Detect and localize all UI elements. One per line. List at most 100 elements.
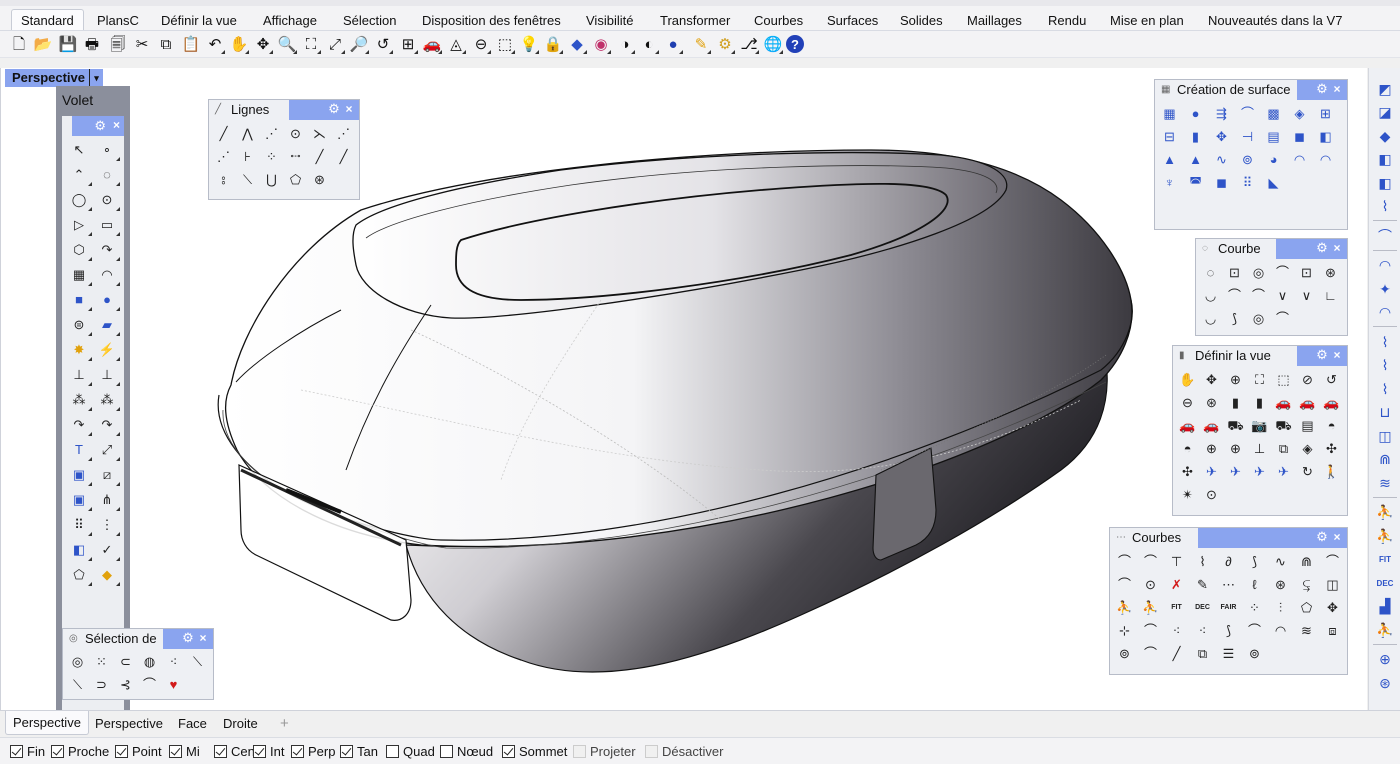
- osnap-dsactiver-checkbox[interactable]: Désactiver: [645, 743, 723, 759]
- gear-icon[interactable]: ⚙: [1315, 348, 1329, 362]
- courbes-tool-icon[interactable]: ⧉: [1192, 643, 1213, 664]
- right-toolbar-icon[interactable]: ⌇: [1374, 331, 1396, 353]
- courbes-tool-icon[interactable]: ℓ: [1244, 574, 1265, 595]
- definir-vue-tool-icon[interactable]: ↻: [1297, 461, 1318, 482]
- volet-tool-icon[interactable]: ▰: [94, 313, 120, 336]
- gear-icon[interactable]: ⚙: [181, 631, 195, 645]
- definir-vue-tool-icon[interactable]: 🚗: [1297, 392, 1318, 413]
- definir-vue-tool-icon[interactable]: ⊛: [1201, 392, 1222, 413]
- definir-vue-tool-icon[interactable]: ✈: [1201, 461, 1222, 482]
- courbe-tool-icon[interactable]: ⌒: [1224, 285, 1245, 306]
- close-icon[interactable]: ×: [1331, 348, 1343, 362]
- courbes-tool-icon[interactable]: ✎: [1192, 574, 1213, 595]
- definir-vue-tool-icon[interactable]: ⧉: [1273, 438, 1294, 459]
- select-filter-icon[interactable]: ⬚: [494, 33, 516, 55]
- ghosted-sphere-icon[interactable]: ◐: [638, 33, 660, 55]
- courbe-tool-icon[interactable]: ◎: [1248, 262, 1269, 283]
- pan-hand-icon[interactable]: ✋: [228, 33, 250, 55]
- definir-vue-tool-icon[interactable]: ⊕: [1201, 438, 1222, 459]
- volet-tool-icon[interactable]: ■: [66, 288, 92, 311]
- volet-tool-icon[interactable]: ⋮: [94, 513, 120, 536]
- definir-vue-tool-icon[interactable]: ✋: [1177, 369, 1198, 390]
- definir-vue-tool-icon[interactable]: ⊕: [1225, 369, 1246, 390]
- checkbox-icon[interactable]: [253, 744, 266, 758]
- lignes-tool-icon[interactable]: ⊛: [309, 169, 330, 190]
- lignes-tool-icon[interactable]: ⋀: [237, 123, 258, 144]
- creation-surface-tool-icon[interactable]: ✥: [1211, 126, 1232, 147]
- osnap-sommet-checkbox[interactable]: Sommet: [502, 743, 567, 759]
- courbes-tool-icon[interactable]: ≋: [1296, 620, 1317, 641]
- creation-surface-tool-icon[interactable]: ∿: [1211, 149, 1232, 170]
- creation-surface-tool-icon[interactable]: ⊞: [1315, 103, 1336, 124]
- courbes-tool-icon[interactable]: ⟆: [1244, 551, 1265, 572]
- volet-tool-icon[interactable]: ✸: [66, 338, 92, 361]
- checkbox-icon[interactable]: [340, 744, 353, 758]
- definir-vue-tool-icon[interactable]: ◓: [1177, 438, 1198, 459]
- osnap-fin-checkbox[interactable]: Fin: [10, 743, 45, 759]
- courbes-tool-icon[interactable]: ⁖: [1166, 620, 1187, 641]
- courbes-tool-icon[interactable]: ⁘: [1244, 597, 1265, 618]
- volet-tool-icon[interactable]: ⧄: [94, 463, 120, 486]
- creation-surface-tool-icon[interactable]: ▦: [1159, 103, 1180, 124]
- cplane-icon[interactable]: ◬: [445, 33, 467, 55]
- volet-tool-icon[interactable]: ▦: [66, 263, 92, 286]
- courbe-tool-icon[interactable]: ⟆: [1224, 308, 1245, 329]
- checkbox-icon[interactable]: [291, 744, 304, 758]
- help-icon[interactable]: ?: [786, 35, 804, 53]
- creation-surface-tool-icon[interactable]: ◕: [1263, 149, 1284, 170]
- creation-surface-tool-icon[interactable]: ◚: [1185, 172, 1206, 193]
- volet-tool-icon[interactable]: ⌃: [66, 163, 92, 186]
- selection-tool-icon[interactable]: ⁖: [163, 651, 184, 672]
- lignes-tool-icon[interactable]: ⊦: [237, 146, 258, 167]
- courbes-tool-icon[interactable]: ⊚: [1114, 643, 1135, 664]
- right-toolbar-icon[interactable]: ◆: [1374, 125, 1396, 147]
- save-icon[interactable]: 💾: [57, 33, 79, 55]
- volet-tool-icon[interactable]: ●: [94, 288, 120, 311]
- definir-vue-tool-icon[interactable]: 🚶: [1321, 461, 1342, 482]
- courbe-tool-icon[interactable]: ◡: [1200, 308, 1221, 329]
- right-toolbar-icon[interactable]: ⛹: [1374, 619, 1396, 641]
- grasshopper-layout-icon[interactable]: ⎇: [738, 33, 760, 55]
- volet-grip-icon[interactable]: [62, 116, 72, 136]
- volet-tool-icon[interactable]: ▣: [66, 463, 92, 486]
- courbes-tool-icon[interactable]: ⋒: [1296, 551, 1317, 572]
- courbes-tool-icon[interactable]: ⧈: [1322, 620, 1343, 641]
- paste-icon[interactable]: 📋: [180, 33, 202, 55]
- osnap-perp-checkbox[interactable]: Perp: [291, 743, 335, 759]
- courbes-tool-icon[interactable]: DEC: [1192, 597, 1213, 618]
- pencil-icon[interactable]: ✎: [690, 33, 712, 55]
- definir-vue-tool-icon[interactable]: 🚗: [1273, 392, 1294, 413]
- courbe-tool-icon[interactable]: ⌒: [1272, 262, 1293, 283]
- osnap-icon[interactable]: ⊖: [470, 33, 492, 55]
- courbe-tool-icon[interactable]: ∟: [1320, 285, 1341, 306]
- courbe-tool-icon[interactable]: ◡: [1200, 285, 1221, 306]
- osnap-point-checkbox[interactable]: Point: [115, 743, 162, 759]
- osnap-tan-checkbox[interactable]: Tan: [340, 743, 378, 759]
- courbes-tool-icon[interactable]: ⛹: [1140, 597, 1161, 618]
- courbes-tool-icon[interactable]: ⌒: [1140, 643, 1161, 664]
- selection-tool-icon[interactable]: ⊂: [115, 651, 136, 672]
- lignes-tool-icon[interactable]: ∘-∘: [285, 146, 306, 167]
- checkbox-icon[interactable]: [10, 744, 23, 758]
- definir-vue-tool-icon[interactable]: ✥: [1201, 369, 1222, 390]
- definir-vue-tool-icon[interactable]: ✣: [1177, 461, 1198, 482]
- courbes-tool-icon[interactable]: ✥: [1322, 597, 1343, 618]
- right-toolbar-icon[interactable]: ⊔: [1374, 402, 1396, 424]
- courbes-tool-icon[interactable]: ╱: [1166, 643, 1187, 664]
- import-icon[interactable]: 🗐: [107, 33, 129, 55]
- right-toolbar-icon[interactable]: ◧: [1374, 149, 1396, 171]
- right-toolbar-icon[interactable]: ⊛: [1374, 672, 1396, 694]
- courbe-tool-icon[interactable]: ∨: [1272, 285, 1293, 306]
- definir-vue-tool-icon[interactable]: ⊘: [1297, 369, 1318, 390]
- creation-surface-tool-icon[interactable]: ◼: [1211, 172, 1232, 193]
- courbes-tool-icon[interactable]: ∿: [1270, 551, 1291, 572]
- close-icon[interactable]: ×: [343, 102, 355, 116]
- courbes-tool-icon[interactable]: ⋯: [1218, 574, 1239, 595]
- volet-tool-icon[interactable]: T: [66, 438, 92, 461]
- definir-vue-tool-icon[interactable]: ✈: [1225, 461, 1246, 482]
- checkbox-icon[interactable]: [440, 744, 453, 758]
- selection-tool-icon[interactable]: ⊰: [115, 674, 136, 695]
- definir-vue-tool-icon[interactable]: ⛟: [1225, 415, 1246, 436]
- creation-surface-tool-icon[interactable]: ⊣: [1237, 126, 1258, 147]
- courbes-tool-icon[interactable]: ⌒: [1140, 620, 1161, 641]
